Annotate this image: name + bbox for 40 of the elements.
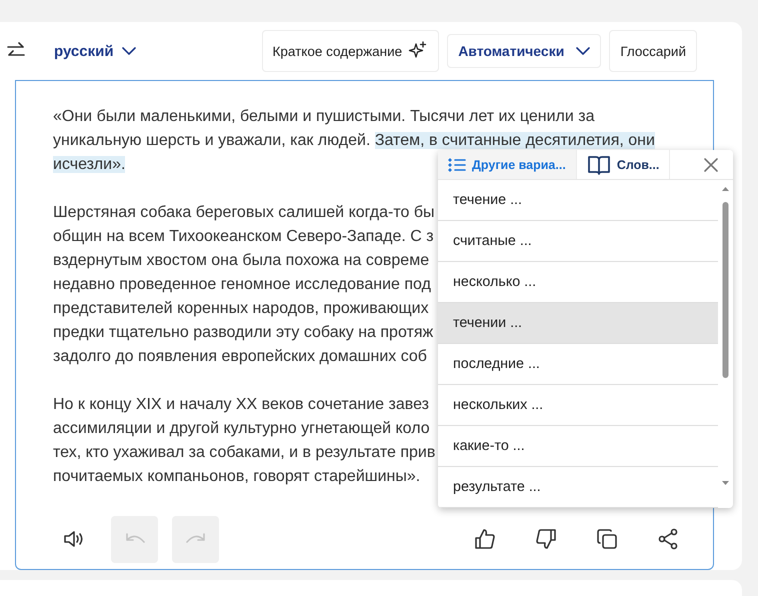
speaker-icon <box>62 529 84 549</box>
text-line: уникальную шерсть и уважали, как людей. Затем, в считанные десятилетия, они <box>53 131 655 151</box>
text-line: задолго до появления европейских домашних соб <box>53 347 427 367</box>
text-line: недавно проведенное геномное исследование под <box>53 275 431 295</box>
text-line: представителей коренных народов, проживающих <box>53 299 429 319</box>
share-icon <box>656 528 678 550</box>
glossary-button[interactable]: Глоссарий <box>609 30 697 72</box>
suggestion-item[interactable]: течении ... <box>438 303 718 344</box>
text-line: тех, кто ухаживал за собаками, и в результате прив <box>53 443 436 463</box>
text-line: общин на всем Тихоокеанском Северо-Западе. С з <box>53 227 434 247</box>
text-line: Но к концу XIX и началу XX веков сочетание завез <box>53 395 429 415</box>
thumbs-up-icon <box>472 527 496 551</box>
chevron-down-icon <box>122 46 136 56</box>
suggestion-item[interactable]: течение ... <box>438 180 718 221</box>
suggestion-item[interactable]: последние ... <box>438 344 718 385</box>
text-line: почитаемых компаньонов, говорят старейшины». <box>53 467 420 487</box>
language-dropdown[interactable]: русский <box>50 38 140 64</box>
book-icon <box>586 154 611 174</box>
suggestion-item[interactable]: результате ... <box>438 467 718 508</box>
undo-icon <box>124 532 146 546</box>
suggestion-item[interactable]: какие-то ... <box>438 426 718 467</box>
mode-dropdown[interactable]: Автоматически <box>447 34 602 68</box>
popup-tab[interactable]: Слов... <box>576 150 670 179</box>
chevron-down-icon <box>576 46 590 56</box>
copy-icon <box>594 527 618 551</box>
text-line: вздернутым хвостом она была похожа на совреме <box>53 251 430 271</box>
text-line: предки тщательно разводили эту собаку на протяж <box>53 323 434 343</box>
suggestion-item[interactable]: считаные ... <box>438 221 718 262</box>
text-line: Шерстяная собака береговых салишей когда-то бы <box>53 203 434 223</box>
redo-icon <box>184 532 206 546</box>
close-icon <box>703 156 719 172</box>
suggestion-item[interactable]: несколько ... <box>438 262 718 303</box>
text-line: ассимиляции и другой культурно угнетающей коло <box>53 419 430 439</box>
text-line: «Они были маленькими, белыми и пушистыми. Тысячи лет их ценили за <box>53 107 594 127</box>
summary-button[interactable]: Краткое содержание <box>262 30 440 72</box>
suggestion-item[interactable]: нескольких ... <box>438 385 718 426</box>
list-icon <box>448 158 466 172</box>
popup-tab[interactable]: Другие вариа... <box>438 150 577 179</box>
close-button[interactable] <box>689 150 733 179</box>
thumbs-down-icon <box>534 527 558 551</box>
